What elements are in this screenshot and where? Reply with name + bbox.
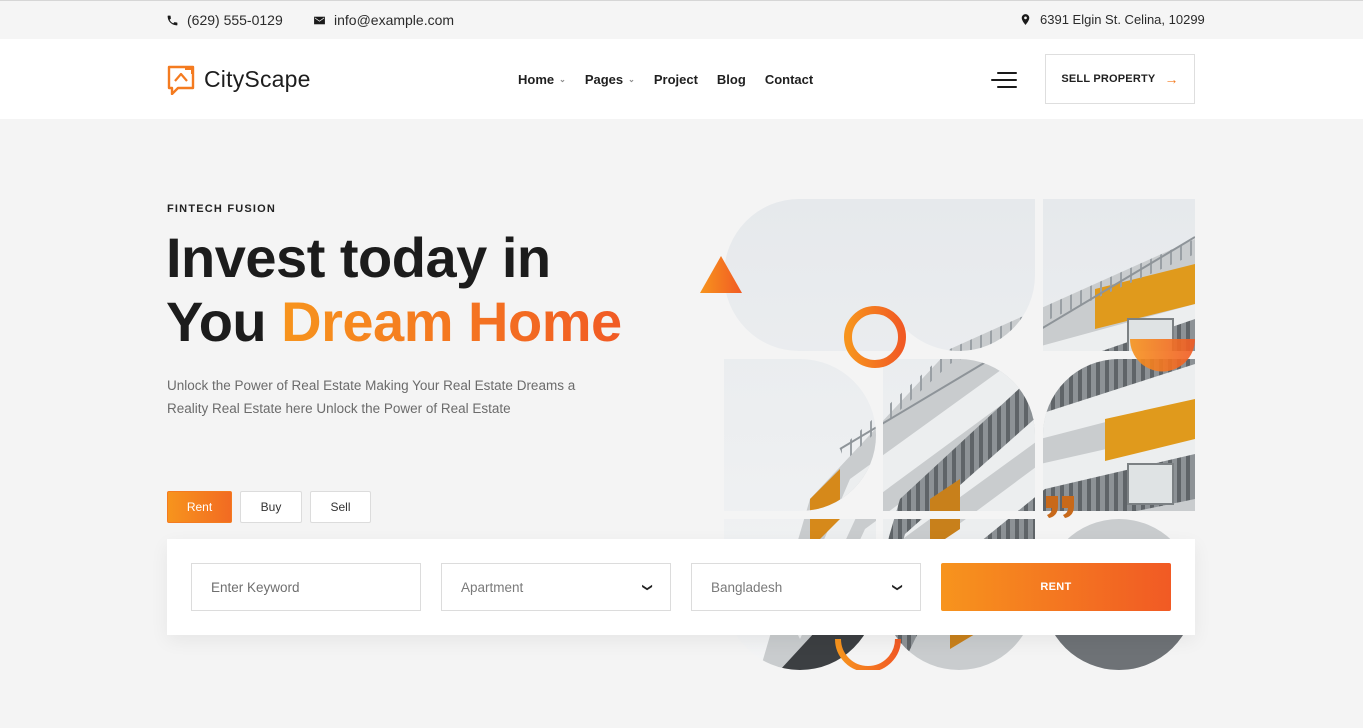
nav-label: Pages bbox=[584, 72, 624, 87]
headline-line-2-plain: You bbox=[166, 290, 267, 353]
main-nav: Home ⌄ Pages ⌄ Project Blog Contact bbox=[518, 72, 832, 87]
headline-accent: Dream Home bbox=[281, 290, 622, 353]
headline-line-1: Invest today in bbox=[166, 226, 551, 289]
nav-label: Project bbox=[653, 72, 698, 87]
topbar-phone[interactable]: (629) 555-0129 bbox=[166, 12, 283, 28]
hero-description: Unlock the Power of Real Estate Making Y… bbox=[167, 378, 576, 416]
envelope-icon bbox=[314, 16, 325, 24]
map-pin-icon bbox=[1021, 14, 1030, 25]
nav-item-contact[interactable]: Contact bbox=[765, 72, 813, 87]
nav-label: Blog bbox=[716, 72, 746, 87]
hero-eyebrow: FINTECH FUSION bbox=[167, 203, 277, 215]
nav-label: Contact bbox=[764, 72, 814, 87]
chevron-down-icon: ⌄ bbox=[628, 75, 635, 84]
email-text: info@example.com bbox=[334, 12, 455, 28]
hero-headline: Invest today in You Dream Home bbox=[166, 226, 622, 354]
property-type-select[interactable]: Apartment ❯ bbox=[441, 563, 671, 611]
sell-property-button[interactable]: SELL PROPERTY → bbox=[1045, 54, 1195, 104]
house-logo-icon bbox=[167, 65, 195, 95]
chevron-down-icon: ⌄ bbox=[559, 75, 566, 84]
tab-sell[interactable]: Sell bbox=[310, 491, 371, 523]
topbar-address: 6391 Elgin St. Celina, 10299 bbox=[1019, 12, 1205, 27]
keyword-input[interactable] bbox=[211, 579, 401, 595]
listing-type-tabs: Rent Buy Sell bbox=[167, 491, 371, 523]
topbar-email[interactable]: info@example.com bbox=[313, 12, 454, 28]
property-type-value: Apartment bbox=[461, 579, 524, 595]
nav-label: Home bbox=[518, 72, 555, 87]
keyword-field bbox=[191, 563, 421, 611]
main-header: CityScape Home ⌄ Pages ⌄ Project Blog Co… bbox=[0, 39, 1363, 119]
sell-property-label: SELL PROPERTY bbox=[1061, 73, 1156, 85]
property-search-card: Apartment ❯ Bangladesh ❯ RENT bbox=[167, 539, 1195, 635]
search-submit-button[interactable]: RENT bbox=[941, 563, 1171, 611]
logo[interactable]: CityScape bbox=[166, 63, 311, 95]
topbar: (629) 555-0129 info@example.com 6391 Elg… bbox=[0, 0, 1363, 39]
tab-rent[interactable]: Rent bbox=[167, 491, 232, 523]
address-text: 6391 Elgin St. Celina, 10299 bbox=[1040, 12, 1205, 27]
nav-item-home[interactable]: Home ⌄ bbox=[518, 72, 566, 87]
chevron-down-icon: ❯ bbox=[641, 582, 653, 592]
nav-item-project[interactable]: Project bbox=[654, 72, 698, 87]
phone-text: (629) 555-0129 bbox=[187, 12, 283, 28]
nav-item-blog[interactable]: Blog bbox=[717, 72, 746, 87]
chevron-down-icon: ❯ bbox=[891, 582, 903, 592]
location-value: Bangladesh bbox=[711, 579, 783, 595]
hamburger-icon[interactable] bbox=[991, 70, 1017, 90]
nav-item-pages[interactable]: Pages ⌄ bbox=[585, 72, 635, 87]
logo-text: CityScape bbox=[204, 65, 311, 92]
tab-buy[interactable]: Buy bbox=[240, 491, 302, 523]
location-select[interactable]: Bangladesh ❯ bbox=[691, 563, 921, 611]
phone-icon bbox=[167, 15, 178, 25]
arrow-right-icon: → bbox=[1164, 71, 1179, 87]
